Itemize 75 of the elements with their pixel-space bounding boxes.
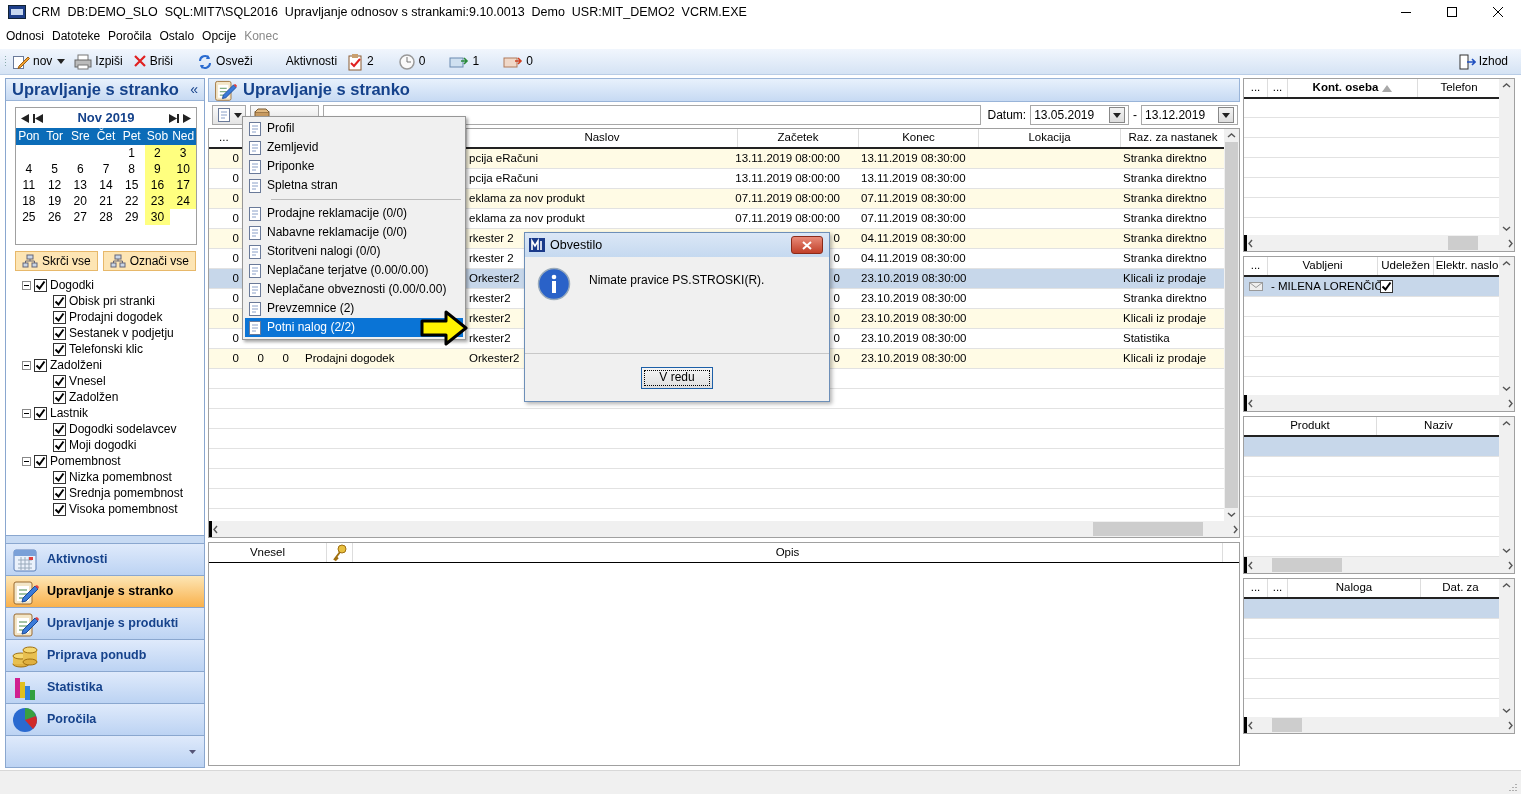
table-cell: Orkester2 — [469, 271, 520, 286]
table-cell: rkester 2 — [469, 231, 514, 246]
table-cell: 0 — [833, 351, 840, 366]
table-cell: rkester2 — [469, 331, 511, 346]
weekday-header: Ned — [170, 128, 196, 145]
month-title: Nov 2019 — [76, 110, 136, 126]
table-cell: pcija eRačuni — [469, 171, 539, 186]
window-title: CRM DB:DEMO_SLO SQL:MIT7\SQL2016 Upravljanje odnosov s strankami:9.10.0013 Demo USR:MIT_DEMO2 VCRM.EXE — [32, 4, 747, 20]
table-cell: 13.11.2019 08:00:00 — [735, 171, 840, 186]
weekday-header: Pon — [16, 128, 42, 145]
table-cell: 23.10.2019 08:30:00 — [861, 291, 967, 306]
table-cell: 23.10.2019 08:30:00 — [861, 271, 967, 286]
table-cell: Stranka direktno — [1123, 191, 1207, 206]
field-label: Datum: — [987, 107, 1027, 123]
table-cell: 0 — [232, 171, 239, 186]
table-cell: 07.11.2019 08:30:00 — [861, 211, 966, 226]
table-cell: 0 — [282, 351, 289, 366]
table-cell: 0 — [232, 211, 239, 226]
table-cell: 0 — [232, 271, 239, 286]
table-cell: - MILENA LORENČIČ — [1271, 279, 1383, 294]
table-cell: eklama za nov produkt — [469, 211, 585, 226]
table-cell: Stranka direktno — [1123, 291, 1207, 306]
table-cell: 0 — [833, 331, 840, 346]
table-cell: Klicali iz prodaje — [1123, 311, 1207, 326]
date-separator: - — [1133, 107, 1138, 123]
table-cell: 04.11.2019 08:30:00 — [861, 251, 966, 266]
table-cell: pcija eRačuni — [469, 151, 539, 166]
dialog-message: Nimate pravice PS.STROSKI(R). — [589, 273, 765, 289]
table-cell: Prodajni dogodek — [305, 351, 395, 366]
table-cell: 0 — [833, 251, 840, 266]
table-cell: 0 — [232, 291, 239, 306]
table-cell: 23.10.2019 08:30:00 — [861, 311, 967, 326]
weekday-header: Tor — [41, 128, 68, 145]
weekday-header: Sre — [67, 128, 94, 145]
table-cell: Stranka direktno — [1123, 251, 1207, 266]
table-cell: 0 — [833, 271, 840, 286]
table-cell: 0 — [232, 251, 239, 266]
table-cell: Stranka direktno — [1123, 151, 1207, 166]
table-cell: 07.11.2019 08:00:00 — [735, 191, 840, 206]
dialog-title: Obvestilo — [550, 237, 603, 253]
table-cell: rkester2 — [469, 311, 511, 326]
table-cell: 23.10.2019 08:30:00 — [861, 331, 967, 346]
panel-title: Upravljanje s stranko — [243, 80, 410, 100]
table-cell: Klicali iz prodaje — [1123, 351, 1207, 366]
table-cell: Orkester2 — [469, 351, 520, 366]
table-cell: 13.11.2019 08:30:00 — [861, 151, 966, 166]
table-cell: 0 — [257, 351, 264, 366]
panel-title: Upravljanje s stranko — [12, 79, 179, 100]
table-cell: Stranka direktno — [1123, 171, 1207, 186]
table-cell: rkester2 — [469, 291, 511, 306]
table-cell: 0 — [833, 291, 840, 306]
table-cell: 0 — [232, 331, 239, 346]
table-cell: Klicali iz prodaje — [1123, 271, 1207, 286]
table-cell: 0 — [833, 311, 840, 326]
table-cell: 0 — [232, 191, 239, 206]
table-cell: 23.10.2019 08:30:00 — [861, 351, 967, 366]
table-cell: rkester 2 — [469, 251, 514, 266]
table-cell: 0 — [833, 231, 840, 246]
weekday-header: Čet — [93, 128, 119, 145]
table-cell: Stranka direktno — [1123, 211, 1207, 226]
table-cell: 0 — [232, 351, 239, 366]
table-cell: 0 — [232, 311, 239, 326]
table-cell: 13.11.2019 08:00:00 — [735, 151, 840, 166]
table-cell: Statistika — [1123, 331, 1170, 346]
table-cell: 13.11.2019 08:30:00 — [861, 171, 966, 186]
table-cell: 07.11.2019 08:00:00 — [735, 211, 840, 226]
weekday-header: Sob — [144, 128, 171, 145]
table-cell: eklama za nov produkt — [469, 191, 585, 206]
table-cell: 07.11.2019 08:30:00 — [861, 191, 966, 206]
table-cell: 0 — [232, 151, 239, 166]
table-cell: Stranka direktno — [1123, 231, 1207, 246]
table-cell: 0 — [232, 231, 239, 246]
toolbar-label: Aktivnosti — [285, 54, 338, 69]
weekday-header: Pet — [118, 128, 145, 145]
table-cell: 04.11.2019 08:30:00 — [861, 231, 966, 246]
